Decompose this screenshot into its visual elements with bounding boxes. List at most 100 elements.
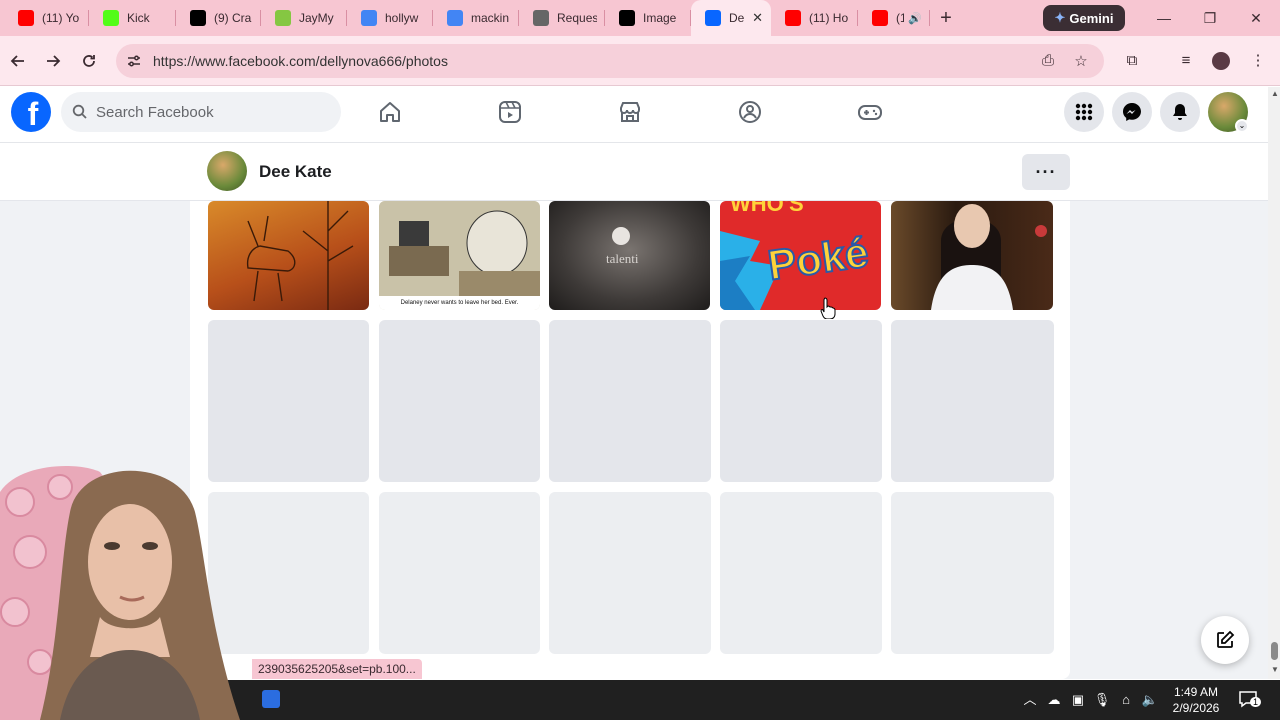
reload-icon[interactable]	[77, 49, 101, 73]
talenti-jar-photo[interactable]: talenti	[549, 201, 710, 310]
notification-center-icon[interactable]: 1	[1238, 689, 1262, 709]
groups-icon[interactable]	[737, 99, 763, 125]
more-options-label: ···	[1035, 161, 1057, 182]
chevron-down-icon[interactable]: ⌄	[1235, 119, 1249, 133]
search-placeholder: Search Facebook	[96, 104, 214, 121]
browser-tab[interactable]: (11🔊	[858, 0, 930, 36]
minimize-icon[interactable]: —	[1141, 0, 1187, 36]
gemini-button[interactable]: ✦ Gemini	[1043, 5, 1125, 31]
browser-tab[interactable]: mackin	[433, 0, 519, 36]
scroll-down-icon[interactable]: ▼	[1271, 665, 1279, 674]
photo-placeholder	[379, 320, 540, 482]
tab-title: hollyw	[385, 11, 419, 25]
omnibox[interactable]: https://www.facebook.com/dellynova666/ph…	[116, 44, 1104, 78]
scroll-up-icon[interactable]: ▲	[1271, 89, 1279, 98]
install-app-icon[interactable]: ⎙	[1039, 52, 1057, 70]
photo-placeholder	[549, 320, 711, 482]
taskbar-app-icon[interactable]	[262, 690, 280, 708]
tab-title: De	[729, 11, 745, 25]
webcam-overlay	[0, 452, 260, 720]
volume-icon[interactable]: 🔈	[1141, 691, 1159, 709]
marketplace-icon[interactable]	[617, 99, 643, 125]
restore-icon[interactable]: ❐	[1187, 0, 1233, 36]
globe-icon	[533, 10, 549, 26]
browser-tab[interactable]: Image	[605, 0, 691, 36]
profile-avatar[interactable]	[207, 151, 247, 191]
more-options-button[interactable]: ···	[1022, 154, 1070, 190]
meet-now-icon[interactable]: ▣	[1069, 691, 1087, 709]
browser-tab[interactable]: Kick	[89, 0, 176, 36]
hand-cursor-icon	[820, 297, 836, 319]
url-text[interactable]: https://www.facebook.com/dellynova666/ph…	[153, 53, 448, 69]
close-window-icon[interactable]: ✕	[1233, 0, 1279, 36]
tab-audio-icon[interactable]: 🔊	[908, 12, 922, 25]
photo-placeholder	[549, 492, 711, 654]
scrollbar-thumb[interactable]	[1271, 642, 1278, 660]
new-message-button[interactable]	[1201, 616, 1249, 664]
media-controls-icon[interactable]: ≡	[1174, 49, 1198, 73]
tab-title: (9) Cra	[214, 11, 252, 25]
youtube-icon	[785, 10, 801, 26]
pokemon-meme-photo[interactable]: WHO'S Poké	[720, 201, 881, 310]
forward-icon[interactable]	[41, 49, 65, 73]
tab-title: (11) Ho	[809, 11, 849, 25]
talenti-label: talenti	[606, 251, 639, 266]
status-bar-url: 239035625205&set=pb.100...	[252, 659, 422, 679]
whos-text: WHO'S	[730, 201, 804, 216]
youtube-icon	[18, 10, 34, 26]
tab-title: Image	[643, 11, 677, 25]
browser-tab[interactable]: hollyw	[347, 0, 433, 36]
deer-drawing-photo[interactable]	[208, 201, 369, 310]
browser-tab[interactable]: JayMy	[261, 0, 347, 36]
back-icon[interactable]	[6, 49, 30, 73]
photo-placeholder	[891, 320, 1054, 482]
close-tab-icon[interactable]: ✕	[752, 10, 763, 26]
facebook-search-input[interactable]: Search Facebook	[61, 92, 341, 132]
browser-tab[interactable]: Reques	[519, 0, 605, 36]
address-bar-row: https://www.facebook.com/dellynova666/ph…	[0, 36, 1280, 86]
photo-placeholder	[379, 492, 540, 654]
google-icon	[361, 10, 377, 26]
facebook-logo-icon[interactable]: f	[11, 92, 51, 132]
microphone-icon[interactable]: 🎙	[1093, 691, 1111, 709]
bookmark-star-icon[interactable]: ☆	[1072, 52, 1090, 70]
google-icon	[447, 10, 463, 26]
reels-icon[interactable]	[497, 99, 523, 125]
compose-icon	[1217, 630, 1235, 648]
profile-name[interactable]: Dee Kate	[259, 162, 332, 182]
browser-tab[interactable]: (11) Yo	[4, 0, 89, 36]
gemini-label: Gemini	[1069, 10, 1114, 26]
taskbar-clock[interactable]: 1:49 AM 2/9/2026	[1168, 684, 1224, 716]
network-icon[interactable]: ⌂	[1117, 691, 1135, 709]
tab-title: Kick	[127, 11, 150, 25]
gaming-icon[interactable]	[857, 99, 883, 125]
page-scrollbar[interactable]: ▲ ▼	[1268, 87, 1280, 679]
browser-tab[interactable]: (11) Ho	[771, 0, 858, 36]
profile-avatar-icon[interactable]	[1209, 49, 1233, 73]
tabs-container: (11) Yo Kick (9) Cra JayMy hollyw mackin Reque…	[4, 0, 930, 36]
notifications-bell-icon[interactable]	[1160, 92, 1200, 132]
notification-count-badge: 1	[1250, 697, 1262, 707]
menu-grid-icon[interactable]	[1064, 92, 1104, 132]
browser-tab[interactable]: De ✕	[691, 0, 771, 36]
facebook-header: f Search Facebook ⌄	[0, 87, 1268, 143]
tab-title: (11	[896, 11, 905, 25]
site-settings-icon[interactable]	[126, 53, 142, 69]
search-icon	[72, 104, 87, 119]
onedrive-cloud-icon[interactable]: ☁	[1045, 691, 1063, 709]
messenger-icon[interactable]	[1112, 92, 1152, 132]
rumble-icon	[275, 10, 291, 26]
show-hidden-icons-icon[interactable]: ︿	[1021, 691, 1039, 709]
woman-portrait-photo[interactable]	[891, 201, 1053, 310]
new-tab-button[interactable]: +	[930, 7, 962, 30]
facebook-icon	[705, 10, 721, 26]
chrome-menu-icon[interactable]: ⋮	[1246, 49, 1270, 73]
home-icon[interactable]	[377, 99, 403, 125]
clock-date: 2/9/2026	[1172, 701, 1220, 715]
extensions-icon[interactable]: ⧉	[1120, 49, 1144, 73]
tab-title: Reques	[557, 11, 597, 25]
browser-tab[interactable]: (9) Cra	[176, 0, 261, 36]
cartoon-bed-photo[interactable]: Delaney never wants to leave her bed. Ev…	[379, 201, 540, 310]
photo-placeholder	[891, 492, 1054, 654]
youtube-icon	[872, 10, 888, 26]
